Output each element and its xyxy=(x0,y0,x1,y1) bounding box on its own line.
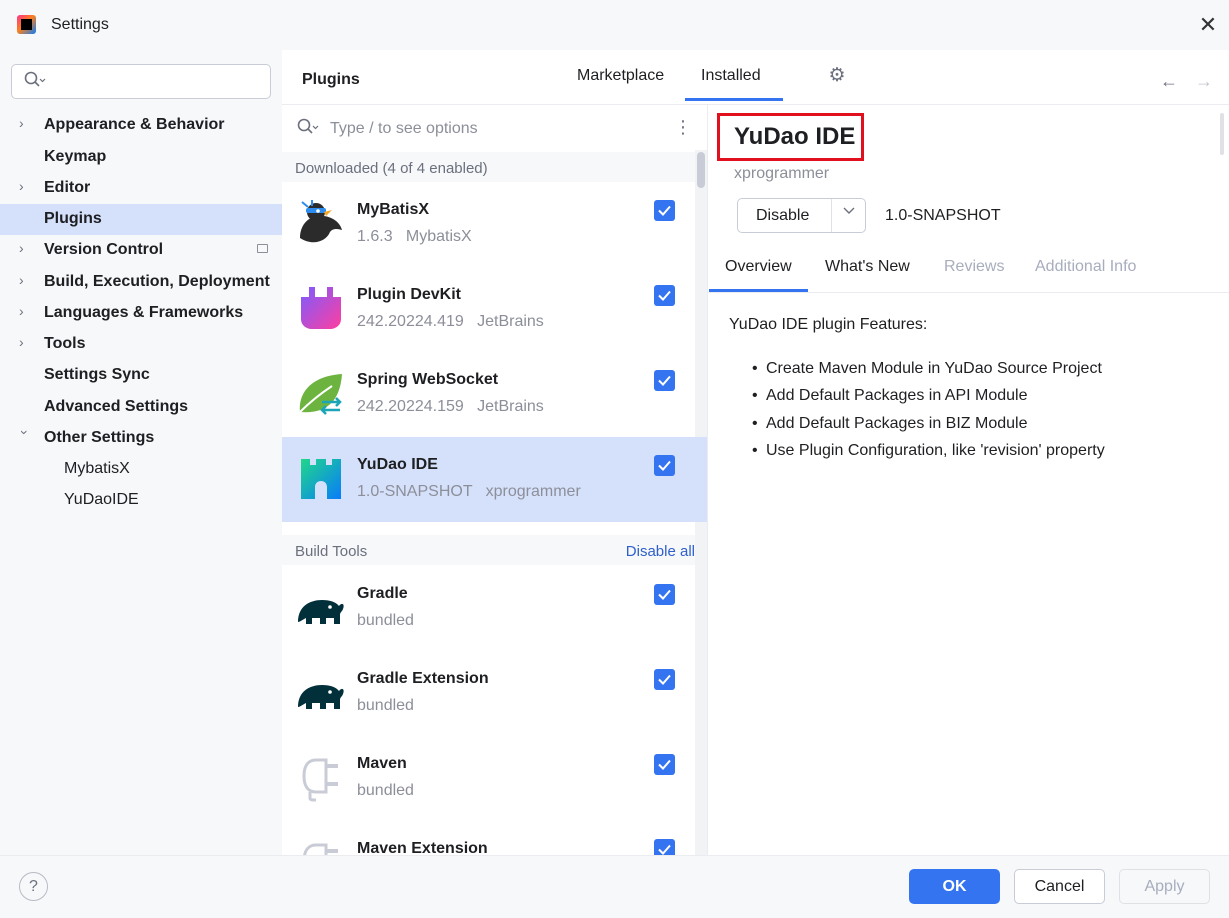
tab-installed[interactable]: Installed xyxy=(701,67,761,85)
sidebar-item-keymap[interactable]: Keymap xyxy=(0,142,282,173)
sidebar-item-build-execution-deployment[interactable]: › Build, Execution, Deployment xyxy=(0,267,282,298)
list-divider xyxy=(707,105,708,855)
disable-button[interactable]: Disable xyxy=(756,207,809,225)
more-options-icon[interactable]: ⋮ xyxy=(674,116,692,138)
tab-selected-indicator xyxy=(685,98,783,101)
enable-checkbox[interactable] xyxy=(654,754,675,775)
title-bar xyxy=(0,0,1229,50)
close-button[interactable]: ✕ xyxy=(1194,12,1222,40)
plugin-row-gradle[interactable]: Gradle bundled xyxy=(282,566,707,651)
back-arrow-icon[interactable]: ← xyxy=(1160,71,1178,92)
sidebar-item-plugins[interactable]: Plugins xyxy=(0,204,282,235)
spring-leaf-icon xyxy=(296,368,346,418)
plugin-row-maven[interactable]: Maven bundled xyxy=(282,736,707,821)
chevron-right-icon: › xyxy=(19,303,24,319)
disable-all-link[interactable]: Disable all xyxy=(626,543,695,560)
chevron-right-icon: › xyxy=(19,115,24,131)
gradle-elephant-icon xyxy=(296,667,346,717)
ok-button[interactable]: OK xyxy=(909,869,1000,904)
gradle-elephant-icon xyxy=(296,582,346,632)
plugin-plug-icon xyxy=(296,752,346,802)
split-divider xyxy=(831,199,832,232)
sidebar-item-mybatisx[interactable]: MybatisX xyxy=(0,454,282,485)
chevron-down-icon: › xyxy=(17,430,33,435)
plugin-row-mybatisx[interactable]: MyBatisX 1.6.3 MybatisX xyxy=(282,182,707,267)
plugin-row-maven-extension[interactable]: Maven Extension bundled xyxy=(282,821,707,855)
enable-checkbox[interactable] xyxy=(654,285,675,306)
intellij-app-icon xyxy=(17,15,36,34)
plugin-row-gradle-extension[interactable]: Gradle Extension bundled xyxy=(282,651,707,736)
plugin-row-yudao-ide[interactable]: YuDao IDE 1.0-SNAPSHOT xprogrammer xyxy=(282,437,707,522)
enable-checkbox[interactable] xyxy=(654,455,675,476)
features-heading: YuDao IDE plugin Features: xyxy=(729,316,928,333)
enable-checkbox[interactable] xyxy=(654,839,675,855)
tab-overview[interactable]: Overview xyxy=(725,258,792,276)
cancel-button[interactable]: Cancel xyxy=(1014,869,1105,904)
group-header-downloaded: Downloaded (4 of 4 enabled) xyxy=(282,152,695,182)
sidebar-item-appearance-behavior[interactable]: › Appearance & Behavior xyxy=(0,110,282,141)
enable-checkbox[interactable] xyxy=(654,370,675,391)
sidebar-item-editor[interactable]: › Editor xyxy=(0,173,282,204)
gear-icon[interactable]: ⚙ xyxy=(826,65,848,87)
plugin-detail-vendor[interactable]: xprogrammer xyxy=(734,165,829,183)
sidebar-item-languages-frameworks[interactable]: › Languages & Frameworks xyxy=(0,298,282,329)
search-icon xyxy=(297,118,319,141)
chevron-right-icon: › xyxy=(19,272,24,288)
enable-checkbox[interactable] xyxy=(654,584,675,605)
sidebar-item-tools[interactable]: › Tools xyxy=(0,329,282,360)
chevron-right-icon: › xyxy=(19,334,24,350)
yudao-castle-icon xyxy=(296,453,346,503)
tabs-divider xyxy=(708,292,1229,293)
page-title: Plugins xyxy=(302,71,360,88)
group-header-build-tools: Build Tools Disable all xyxy=(282,535,695,565)
plugin-row-plugin-devkit[interactable]: Plugin DevKit 242.20224.419 JetBrains xyxy=(282,267,707,352)
settings-search-input[interactable] xyxy=(11,64,271,99)
tab-whats-new[interactable]: What's New xyxy=(825,258,910,276)
sidebar-item-settings-sync[interactable]: Settings Sync xyxy=(0,360,282,391)
mybatisx-bird-icon xyxy=(296,198,346,248)
apply-button[interactable]: Apply xyxy=(1119,869,1210,904)
chevron-right-icon: › xyxy=(19,240,24,256)
plugin-detail-version: 1.0-SNAPSHOT xyxy=(885,207,1001,224)
window-title: Settings xyxy=(51,16,109,33)
sidebar-item-advanced-settings[interactable]: Advanced Settings xyxy=(0,392,282,423)
tab-marketplace[interactable]: Marketplace xyxy=(577,67,664,85)
chevron-right-icon: › xyxy=(19,178,24,194)
sidebar-item-other-settings[interactable]: › Other Settings xyxy=(0,423,282,454)
tab-reviews[interactable]: Reviews xyxy=(944,258,1004,276)
enable-checkbox[interactable] xyxy=(654,200,675,221)
search-icon xyxy=(24,71,46,91)
forward-arrow-icon[interactable]: → xyxy=(1195,71,1213,92)
project-level-icon xyxy=(257,244,268,253)
sidebar-item-version-control[interactable]: › Version Control xyxy=(0,235,282,266)
tab-additional-info[interactable]: Additional Info xyxy=(1035,258,1136,276)
plugin-plug-icon xyxy=(296,837,346,855)
plugin-devkit-icon xyxy=(296,283,346,333)
plugin-search-input[interactable] xyxy=(330,118,650,140)
detail-scrollbar-thumb[interactable] xyxy=(1220,113,1224,155)
plugin-row-spring-websocket[interactable]: Spring WebSocket 242.20224.159 JetBrains xyxy=(282,352,707,437)
sidebar-item-yudaoide[interactable]: YuDaoIDE xyxy=(0,485,282,516)
plugin-detail-name: YuDao IDE xyxy=(734,123,856,150)
chevron-down-icon[interactable] xyxy=(842,203,856,220)
enable-checkbox[interactable] xyxy=(654,669,675,690)
help-button[interactable]: ? xyxy=(19,872,48,901)
